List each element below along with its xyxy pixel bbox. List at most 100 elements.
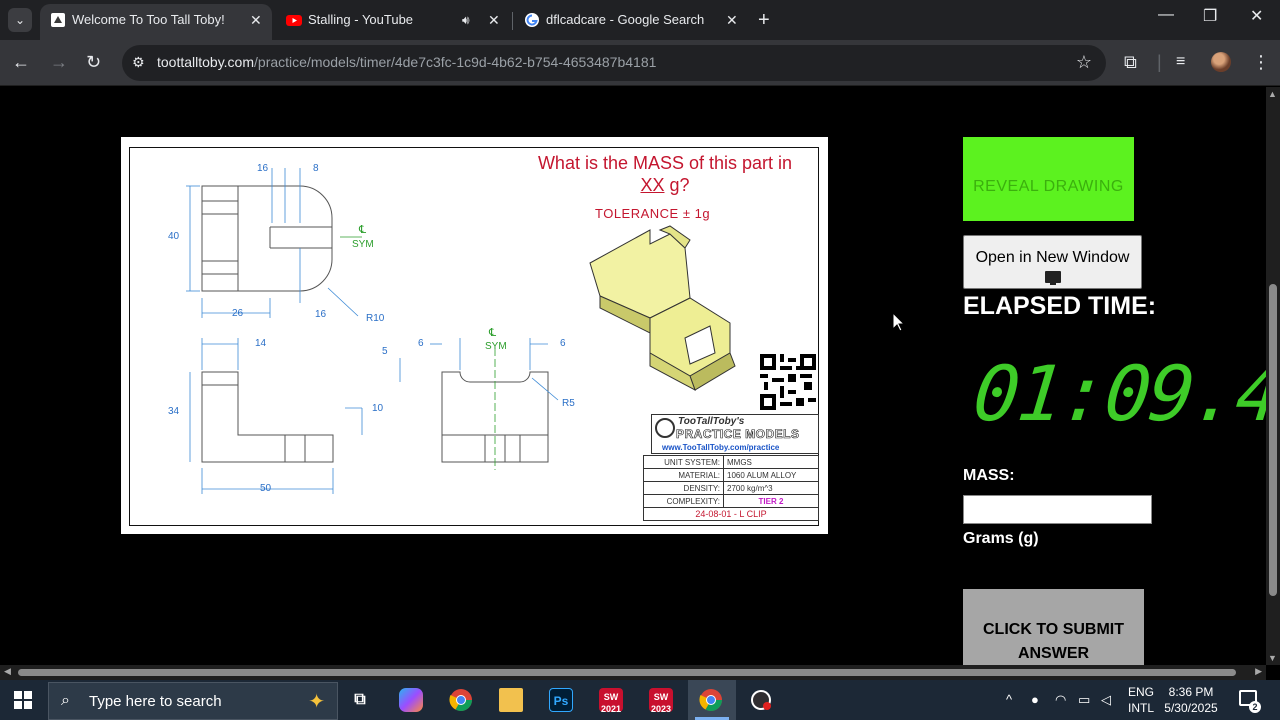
dim-6-left: 6 [418, 338, 424, 349]
search-icon: ⌕ [61, 692, 70, 709]
mass-input[interactable] [963, 495, 1152, 524]
task-view-icon[interactable]: ⧉ [348, 688, 372, 712]
brand-block: TooTallToby's PRACTICE MODELS www.TooTal… [651, 414, 819, 454]
vertical-scroll-thumb[interactable] [1269, 284, 1277, 596]
horizontal-scroll-thumb[interactable] [18, 669, 1236, 676]
sym-label-side: SYM [485, 341, 507, 352]
table-row: UNIT SYSTEM: MMGS [643, 455, 819, 469]
google-favicon-icon [525, 13, 539, 27]
extensions-puzzle-icon[interactable]: ⧉ [1124, 52, 1137, 72]
centerline-symbol-top: ℄ [359, 224, 367, 236]
elapsed-time-label: ELAPSED TIME: [963, 292, 1157, 320]
photoshop-icon[interactable]: Ps [549, 688, 573, 712]
taskbar-clock[interactable]: 8:36 PM 5/30/2025 [1162, 684, 1220, 716]
question-line-1: What is the MASS of this part in [537, 153, 793, 173]
dim-16-bottom: 16 [315, 309, 327, 320]
wifi-icon[interactable]: ◠ [1055, 692, 1066, 708]
mass-label: MASS: [963, 467, 1015, 484]
windows-start-icon[interactable] [14, 691, 32, 709]
horizontal-scrollbar[interactable]: ◀ ▶ [0, 665, 1266, 680]
tab-title: dflcadcare - Google Search [546, 12, 705, 27]
clock-date: 5/30/2025 [1164, 701, 1218, 715]
question-xx: XX [640, 175, 665, 195]
dim-40: 40 [168, 231, 180, 242]
language-indicator[interactable]: ENG INTL [1128, 684, 1154, 716]
address-bar[interactable]: ⚙ toottalltoby.com/practice/models/timer… [122, 45, 1106, 81]
battery-icon[interactable]: ▭ [1078, 692, 1090, 708]
tab-youtube[interactable]: Stalling - YouTube 🔊︎ ✕ [276, 4, 508, 40]
chrome-icon[interactable] [449, 688, 473, 712]
site-info-icon[interactable]: ⚙ [132, 54, 145, 71]
title-block-key: MATERIAL: [643, 468, 724, 482]
url-text[interactable]: toottalltoby.com/practice/models/timer/4… [157, 54, 656, 70]
toottalltoby-favicon-icon [51, 13, 65, 27]
tray-overflow-chevron-icon[interactable]: ^ [1006, 692, 1012, 707]
brand-line-1: TooTallToby's [678, 416, 745, 427]
volume-icon[interactable]: ◁ [1101, 692, 1111, 708]
chrome-active-icon[interactable] [699, 688, 723, 712]
tolerance-text: TOLERANCE ± 1g [595, 206, 711, 221]
speaker-icon[interactable]: 🔊︎ [462, 4, 470, 36]
tab-search-button[interactable]: ⌄ [8, 8, 32, 32]
youtube-favicon-icon [286, 15, 302, 26]
notification-badge: 2 [1249, 701, 1261, 713]
title-block-value: MMGS [723, 455, 819, 469]
restore-icon[interactable]: ❐ [1203, 6, 1217, 26]
window-close-icon[interactable]: ✕ [1250, 6, 1263, 26]
file-explorer-icon[interactable] [499, 688, 523, 712]
dim-14: 14 [255, 338, 267, 349]
copilot-icon[interactable] [399, 688, 423, 712]
reveal-drawing-button[interactable]: REVEAL DRAWING [963, 137, 1134, 221]
brand-url: www.TooTallToby.com/practice [662, 443, 780, 452]
profile-avatar[interactable] [1211, 52, 1231, 72]
copilot-sparkle-icon: ✦ [308, 691, 325, 713]
new-tab-plus-icon[interactable]: + [758, 8, 770, 32]
isometric-part [589, 225, 736, 392]
engineering-drawing: 16 8 40 ℄ SYM 26 16 R10 14 34 10 50 6 5 … [121, 137, 828, 534]
title-block-value: 2700 kg/m^3 [723, 481, 819, 495]
back-arrow-icon[interactable]: ← [12, 52, 30, 72]
table-row: DENSITY: 2700 kg/m^3 [643, 481, 819, 495]
windows-taskbar: ⌕ Type here to search ✦ ⧉ Ps SW 2021 SW 20… [0, 680, 1280, 720]
toottalltoby-logo-icon [655, 418, 675, 438]
tab-toottalltoby[interactable]: Welcome To Too Tall Toby! ✕ [40, 4, 272, 40]
microphone-icon[interactable]: ● [1031, 692, 1039, 707]
forward-arrow-icon[interactable]: → [50, 52, 68, 72]
dim-34: 34 [168, 406, 180, 417]
tab-close-icon[interactable]: ✕ [250, 4, 262, 36]
minimize-icon[interactable]: — [1158, 6, 1174, 24]
scroll-down-icon[interactable]: ▼ [1268, 653, 1277, 663]
menu-kebab-icon[interactable]: ⋮ [1252, 52, 1270, 72]
dim-r5: R5 [562, 398, 575, 409]
tab-google-search[interactable]: dflcadcare - Google Search ✕ [514, 4, 746, 40]
vertical-scrollbar[interactable]: ▲ ▼ [1266, 87, 1280, 665]
search-placeholder: Type here to search [89, 693, 222, 710]
scroll-left-icon[interactable]: ◀ [4, 666, 11, 677]
submit-answer-button[interactable]: CLICK TO SUBMIT ANSWER [963, 589, 1144, 665]
grams-unit-label: Grams (g) [963, 530, 1039, 547]
tab-close-icon[interactable]: ✕ [726, 4, 738, 36]
mouse-cursor-icon [893, 313, 905, 332]
monitor-icon [1044, 271, 1061, 285]
obs-icon[interactable] [749, 688, 773, 712]
tab-separator [512, 12, 513, 30]
bookmark-star-icon[interactable]: ☆ [1076, 52, 1092, 73]
title-block-key: UNIT SYSTEM: [643, 455, 724, 469]
question-text: What is the MASS of this part in XX g? [510, 152, 820, 196]
taskbar-search-box[interactable]: ⌕ Type here to search ✦ [48, 682, 338, 720]
elapsed-timer-display: 01:09.45 [969, 349, 1266, 438]
table-row: MATERIAL: 1060 ALUM ALLOY [643, 468, 819, 482]
solidworks-2023-icon[interactable]: SW 2023 [649, 688, 673, 714]
sw2021-label: 2021 [600, 704, 622, 714]
reload-icon[interactable]: ↻ [86, 52, 101, 72]
browser-toolbar: ← → ↻ ⚙ toottalltoby.com/practice/models… [0, 40, 1280, 86]
open-new-window-button[interactable]: Open in New Window [963, 235, 1142, 289]
dim-6-right: 6 [560, 338, 566, 349]
scroll-up-icon[interactable]: ▲ [1268, 89, 1277, 99]
solidworks-2021-icon[interactable]: SW 2021 [599, 688, 623, 714]
tab-close-icon[interactable]: ✕ [488, 4, 500, 36]
media-control-icon[interactable]: ≡ [1176, 52, 1185, 72]
scroll-right-icon[interactable]: ▶ [1255, 666, 1262, 677]
drawing-frame: 16 8 40 ℄ SYM 26 16 R10 14 34 10 50 6 5 … [129, 147, 819, 526]
dim-8: 8 [313, 163, 319, 174]
